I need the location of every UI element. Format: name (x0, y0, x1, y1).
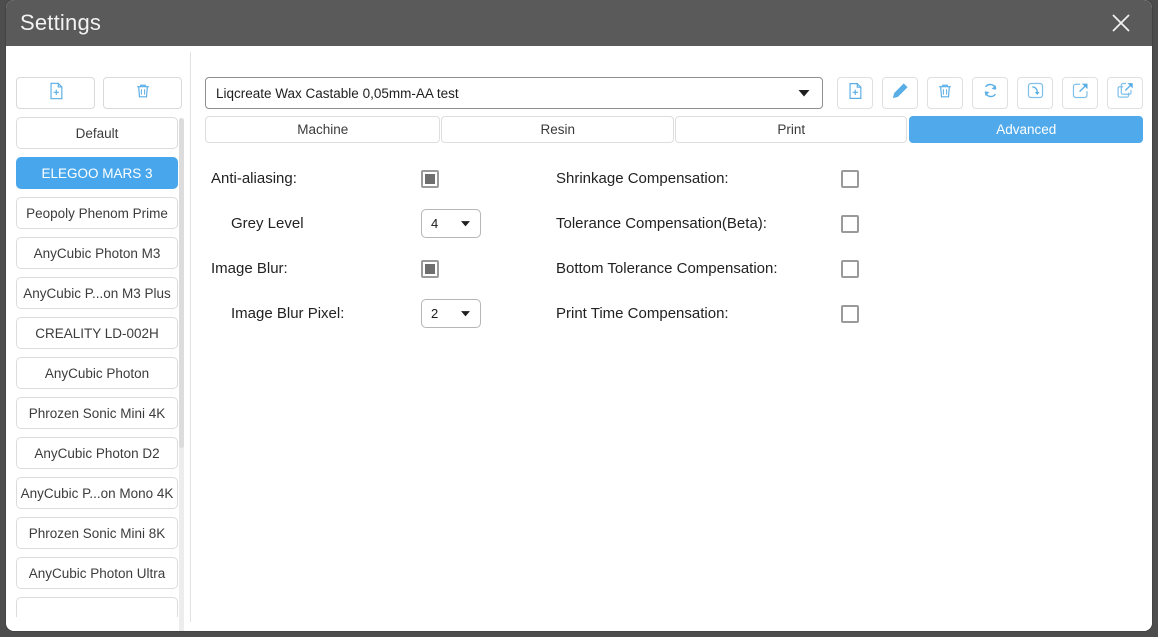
settings-column-left: Anti-aliasing: Grey Level 4 Image Blur: Imag… (211, 156, 511, 336)
setting-label: Image Blur: (211, 260, 288, 277)
setting-checkbox[interactable] (421, 259, 439, 278)
chevron-down-icon (796, 85, 812, 101)
printer-list-item[interactable]: AnyCubic Photon D2 (16, 437, 178, 469)
printer-list-item[interactable] (16, 597, 178, 617)
sidebar-scrollbar[interactable] (179, 118, 184, 631)
close-icon (1108, 10, 1134, 36)
export-all-profiles-button[interactable] (1107, 77, 1143, 109)
file-plus-icon (47, 82, 65, 105)
settings-column-right: Shrinkage Compensation: Tolerance Compens… (556, 156, 896, 336)
setting-select[interactable]: 4 (421, 209, 481, 238)
printer-list-item[interactable]: Default (16, 117, 178, 149)
trash-icon (936, 82, 954, 105)
setting-label: Anti-aliasing: (211, 170, 297, 187)
trash-icon (134, 82, 152, 105)
title-bar: Settings (6, 0, 1152, 46)
setting-row: Bottom Tolerance Compensation: (556, 246, 896, 291)
setting-label: Print Time Compensation: (556, 305, 729, 322)
delete-resin-profile-button[interactable] (927, 77, 963, 109)
printer-list-item[interactable]: AnyCubic P...on Mono 4K (16, 477, 178, 509)
setting-row: Tolerance Compensation(Beta): (556, 201, 896, 246)
setting-row: Grey Level 4 (211, 201, 511, 246)
export-resin-profile-button[interactable] (1062, 77, 1098, 109)
setting-checkbox[interactable] (841, 214, 859, 233)
profile-row: Liqcreate Wax Castable 0,05mm-AA test (205, 77, 1143, 109)
setting-row: Image Blur Pixel: 2 (211, 291, 511, 336)
tab-machine[interactable]: Machine (205, 116, 441, 143)
sidebar-scrollbar-thumb[interactable] (179, 118, 184, 448)
chevron-down-icon (459, 217, 472, 230)
printer-list[interactable]: Default ELEGOO MARS 3 Peopoly Phenom Prime… (16, 117, 184, 617)
refresh-icon (981, 81, 1000, 105)
tab-resin[interactable]: Resin (441, 116, 674, 143)
setting-select-value: 4 (431, 216, 439, 231)
chevron-down-icon (459, 307, 472, 320)
main-panel: Liqcreate Wax Castable 0,05mm-AA test Ma… (191, 46, 1152, 631)
setting-row: Print Time Compensation: (556, 291, 896, 336)
new-profile-button[interactable] (16, 77, 95, 109)
export-arrow-icon (1071, 81, 1090, 105)
printer-sidebar: Default ELEGOO MARS 3 Peopoly Phenom Prime… (6, 46, 190, 631)
setting-row: Image Blur: (211, 246, 511, 291)
setting-checkbox[interactable] (421, 169, 439, 188)
setting-checkbox[interactable] (841, 259, 859, 278)
setting-select-value: 2 (431, 306, 439, 321)
setting-label: Tolerance Compensation(Beta): (556, 215, 767, 232)
sidebar-action-bar (16, 77, 182, 109)
tab-print[interactable]: Print (674, 116, 908, 143)
add-resin-profile-button[interactable] (837, 77, 873, 109)
resin-profile-value: Liqcreate Wax Castable 0,05mm-AA test (216, 85, 459, 101)
advanced-settings-panel: Anti-aliasing: Grey Level 4 Image Blur: Imag… (191, 156, 1152, 586)
printer-list-item[interactable]: Peopoly Phenom Prime (16, 197, 178, 229)
import-arrow-icon (1026, 81, 1045, 105)
setting-select[interactable]: 2 (421, 299, 481, 328)
resin-profile-select[interactable]: Liqcreate Wax Castable 0,05mm-AA test (205, 77, 823, 109)
setting-checkbox[interactable] (841, 169, 859, 188)
printer-list-item[interactable]: ELEGOO MARS 3 (16, 157, 178, 189)
reset-resin-profile-button[interactable] (972, 77, 1008, 109)
profile-toolbar (837, 77, 1143, 109)
delete-profile-button[interactable] (103, 77, 182, 109)
settings-tabs: Machine Resin Print Advanced (205, 116, 1143, 143)
printer-list-item[interactable]: AnyCubic P...on M3 Plus (16, 277, 178, 309)
import-resin-profile-button[interactable] (1017, 77, 1053, 109)
printer-list-item[interactable]: AnyCubic Photon Ultra (16, 557, 178, 589)
file-plus-icon (846, 82, 864, 105)
setting-row: Anti-aliasing: (211, 156, 511, 201)
printer-list-item[interactable]: CREALITY LD-002H (16, 317, 178, 349)
pencil-icon (891, 82, 909, 105)
edit-resin-profile-button[interactable] (882, 77, 918, 109)
setting-checkbox[interactable] (841, 304, 859, 323)
printer-list-item[interactable]: Phrozen Sonic Mini 4K (16, 397, 178, 429)
setting-label: Grey Level (231, 215, 304, 232)
settings-dialog: Settings Default ELEGOO MARS 3 Peopoly P… (6, 0, 1152, 631)
export-copy-icon (1116, 81, 1135, 105)
setting-row: Shrinkage Compensation: (556, 156, 896, 201)
setting-label: Bottom Tolerance Compensation: (556, 260, 778, 277)
printer-list-item[interactable]: AnyCubic Photon M3 (16, 237, 178, 269)
printer-list-item[interactable]: AnyCubic Photon (16, 357, 178, 389)
setting-label: Image Blur Pixel: (231, 305, 345, 322)
tab-advanced[interactable]: Advanced (909, 116, 1143, 143)
close-button[interactable] (1090, 0, 1152, 46)
setting-label: Shrinkage Compensation: (556, 170, 729, 187)
dialog-body: Default ELEGOO MARS 3 Peopoly Phenom Prime… (6, 46, 1152, 631)
window-title: Settings (20, 10, 102, 35)
printer-list-item[interactable]: Phrozen Sonic Mini 8K (16, 517, 178, 549)
